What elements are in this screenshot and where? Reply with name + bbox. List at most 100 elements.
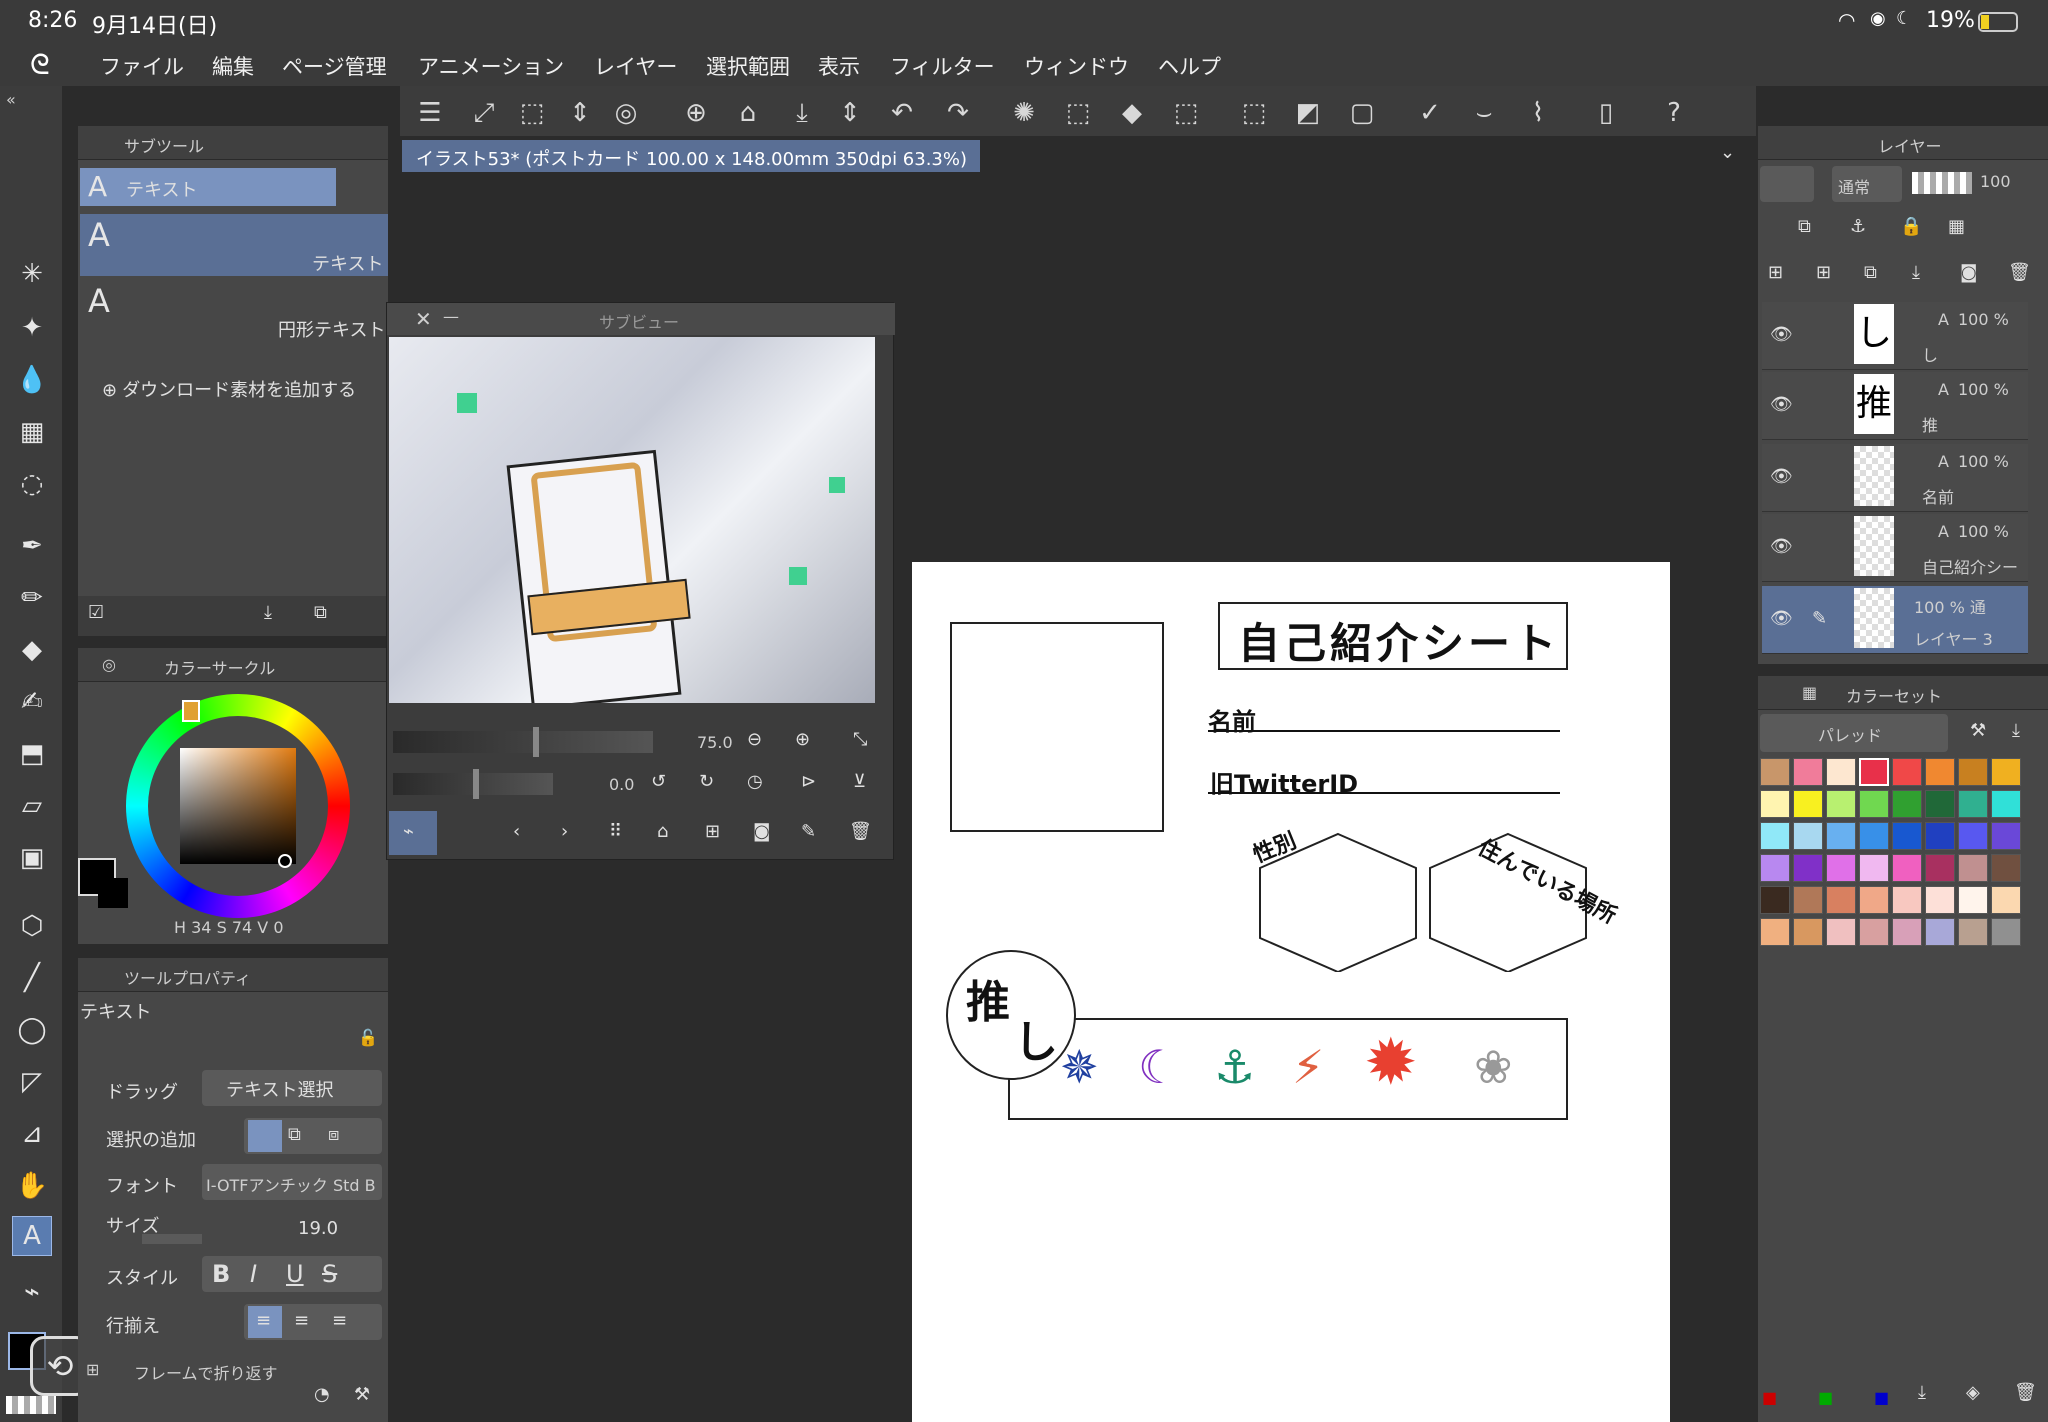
eyedropper-button[interactable]: ⌁ (389, 811, 437, 855)
gradient-icon[interactable]: ▣ (12, 838, 52, 878)
add-selection-icon[interactable]: ⧉ (288, 1124, 301, 1145)
color-swatch[interactable] (1760, 790, 1790, 818)
ruler-icon[interactable]: ⊿ (12, 1114, 52, 1154)
zoom-in-icon[interactable]: ⊕ (795, 729, 810, 750)
magic-wand-icon[interactable]: ✳ (12, 254, 52, 294)
color-swatch[interactable] (1760, 758, 1790, 786)
red-swatch-icon[interactable]: ■ (1762, 1388, 1777, 1407)
frame-icon[interactable]: ◸ (12, 1062, 52, 1102)
color-swatch[interactable] (1925, 758, 1955, 786)
lock-transparency-icon[interactable]: ▦ (1948, 216, 1965, 237)
color-swatch[interactable] (1859, 854, 1889, 882)
rotation-slider[interactable] (393, 769, 553, 799)
color-swatch[interactable] (1958, 886, 1988, 914)
color-swatch[interactable] (1760, 822, 1790, 850)
rotate-left-icon[interactable]: ↺ (651, 771, 666, 792)
eyedropper-icon[interactable]: ⌁ (12, 1272, 52, 1312)
layer-row[interactable]: 👁 A 100 % 名前 (1762, 444, 2028, 512)
palette-select[interactable]: パレッド (1760, 714, 1948, 752)
close-icon[interactable]: ✕ (415, 307, 432, 331)
color-swatch[interactable] (1826, 854, 1856, 882)
grid-icon[interactable]: ▦ (12, 412, 52, 452)
crop-icon[interactable]: ⬚ (1166, 96, 1206, 130)
pen-icon[interactable]: ✒ (12, 526, 52, 566)
app-logo-icon[interactable]: ᘓ (30, 48, 50, 82)
color-swatch[interactable] (1826, 790, 1856, 818)
size-value[interactable]: 19.0 (298, 1218, 338, 1239)
clear-icon[interactable]: ▢ (1342, 96, 1382, 130)
save-icon[interactable]: ⤓ (782, 96, 822, 130)
merge-layer-icon[interactable]: ⤓ (1912, 262, 1920, 283)
color-picker-handle[interactable] (278, 854, 292, 868)
eyedropper-add-icon[interactable]: ◈ (1966, 1382, 1980, 1403)
align-center-icon[interactable]: ≡ (294, 1310, 309, 1331)
color-swatch[interactable] (1760, 886, 1790, 914)
color-swatch[interactable] (1826, 918, 1856, 946)
font-select[interactable]: I-OTFアンチック Std B (202, 1164, 382, 1200)
zoom-out-icon[interactable]: ⊖ (747, 729, 762, 750)
help-icon[interactable]: ? (1654, 96, 1694, 130)
color-swatch[interactable] (1991, 886, 2021, 914)
invert-selection-icon[interactable]: ◩ (1288, 96, 1328, 130)
blend-drops-icon[interactable]: 💧 (12, 360, 52, 400)
color-swatch[interactable] (1793, 822, 1823, 850)
saturation-value-square[interactable] (180, 748, 296, 864)
delete-image-icon[interactable]: 🗑 (849, 821, 872, 842)
clipping-icon[interactable]: ⧉ (1798, 216, 1811, 237)
smoothing-icon[interactable]: ⌣ (1464, 96, 1504, 130)
color-swatch[interactable] (1991, 918, 2021, 946)
eye-icon[interactable]: 👁 (1770, 466, 1793, 487)
next-image-icon[interactable]: › (561, 821, 568, 842)
subtool-item-circle-text[interactable]: A 円形テキスト (80, 280, 388, 342)
add-selection-mode[interactable]: ⧉ ⧈ (244, 1118, 382, 1154)
add-color-icon[interactable]: ⤓ (1918, 1382, 1926, 1403)
line-icon[interactable]: ╱ (12, 958, 52, 998)
eye-icon[interactable]: 👁 (1770, 394, 1793, 415)
flip-vertical-icon[interactable]: ⊻ (853, 771, 866, 792)
text-tool-icon[interactable]: A (12, 1216, 52, 1256)
settings-icon[interactable]: ☑ (88, 602, 104, 623)
add-material-button[interactable]: ⊕ ダウンロード素材を追加する (102, 376, 356, 402)
camera-icon[interactable]: ◙ (753, 821, 770, 842)
balloon-icon[interactable]: ◯ (12, 1010, 52, 1050)
reset-rotation-icon[interactable]: ◷ (747, 771, 763, 792)
grid-view-icon[interactable]: ⠿ (609, 821, 622, 842)
color-swatch[interactable] (1958, 918, 1988, 946)
canvas-page[interactable]: 自己紹介シート 名前 旧TwitterID 性別 住んでいる場所 ✵ ☾ ⚓ ⚡… (912, 562, 1670, 1422)
pencil-icon[interactable]: ✏ (12, 578, 52, 618)
menu-animation[interactable]: アニメーション (418, 51, 564, 81)
color-swatch[interactable] (1925, 790, 1955, 818)
new-file-icon[interactable]: ⊕ (676, 96, 716, 130)
lock-layer-icon[interactable]: 🔒 (1900, 216, 1922, 237)
color-swatch[interactable] (1793, 854, 1823, 882)
color-swatch[interactable] (1793, 790, 1823, 818)
fill-icon[interactable]: ◆ (12, 630, 52, 670)
reference-icon[interactable]: ⚓ (1850, 216, 1866, 237)
document-tab[interactable]: イラスト53* (ポストカード 100.00 x 148.00mm 350dpi… (402, 140, 980, 172)
duplicate-icon[interactable]: ⧉ (314, 602, 327, 623)
flip-horizontal-icon[interactable]: ⊳ (801, 771, 816, 792)
color-swatch[interactable] (1793, 886, 1823, 914)
fit-icon[interactable]: ⤡ (853, 729, 867, 750)
color-swatch[interactable] (1760, 854, 1790, 882)
tab-dropdown-icon[interactable]: ⌄ (1720, 142, 1735, 163)
opacity-value[interactable]: 100 (1980, 172, 2011, 191)
color-swatch[interactable] (1760, 918, 1790, 946)
delete-layer-icon[interactable]: 🗑 (2008, 262, 2031, 283)
drag-select[interactable]: テキスト選択 (202, 1070, 382, 1106)
fit-screen-icon[interactable]: ⤢ (464, 96, 504, 130)
blend-mode-select[interactable]: 通常 (1832, 166, 1902, 202)
color-swatch[interactable] (1892, 758, 1922, 786)
blue-swatch-icon[interactable]: ■ (1874, 1388, 1889, 1407)
minimize-icon[interactable]: — (443, 307, 459, 326)
menu-file[interactable]: ファイル (100, 51, 184, 81)
color-swatch[interactable] (1793, 758, 1823, 786)
select-area-icon[interactable]: ⬚ (1058, 96, 1098, 130)
subtool-group-text[interactable]: A テキスト (80, 168, 336, 206)
stabilizer-icon[interactable]: ⌇ (1518, 96, 1558, 130)
transparent-swatch[interactable] (6, 1396, 56, 1414)
flip-icon[interactable]: ⇕ (560, 96, 600, 130)
layer-row-selected[interactable]: 👁 ✎ 100 % 通 レイヤー 3 (1762, 586, 2028, 654)
color-swatch[interactable] (1826, 886, 1856, 914)
color-swatch[interactable] (1991, 758, 2021, 786)
